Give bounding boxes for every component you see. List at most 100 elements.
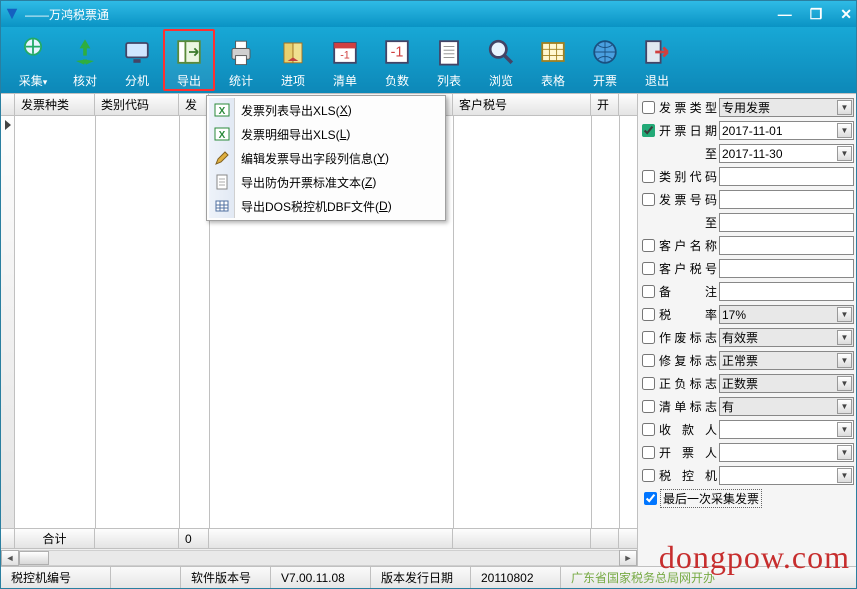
col-footer-invno: 0 (179, 529, 209, 548)
export-menu-item-3[interactable]: 导出防伪开票标准文本(Z) (209, 170, 443, 194)
filter-tax_rate-value[interactable]: 17%▼ (719, 305, 854, 324)
col-header-type[interactable]: 发票种类 (15, 94, 95, 115)
toolbar-branch-button[interactable]: 分机 (111, 29, 163, 91)
close-button[interactable]: ✕ (840, 6, 852, 23)
minimize-button[interactable]: — (778, 6, 792, 23)
export-menu-item-1[interactable]: X发票明细导出XLS(L) (209, 122, 443, 146)
filter-payee-value[interactable]: ▼ (719, 420, 854, 439)
scroll-track[interactable] (19, 550, 619, 566)
current-row-icon (5, 120, 11, 130)
filter-cust_name-label: 客户名称 (659, 237, 717, 254)
filter-date_from-value[interactable]: 2017-11-01▼ (719, 121, 854, 140)
filter-row-repair_flag: 修复标志正常票▼ (640, 349, 854, 372)
browse-icon (482, 33, 520, 70)
neg-icon: -1 (378, 33, 416, 70)
filter-inv_no_to-value[interactable] (719, 213, 854, 232)
toolbar-table-button[interactable]: 表格 (527, 29, 579, 91)
filter-repair_flag-label: 修复标志 (659, 352, 717, 369)
toolbar-input-button[interactable]: 进项 (267, 29, 319, 91)
titlebar: ——万鸿税票通 — ❐ ✕ (1, 1, 856, 27)
filter-invoice_type-value[interactable]: 专用发票▼ (719, 98, 854, 117)
filter-date_to-label: 至 (659, 145, 717, 162)
status-machine-val (111, 567, 181, 588)
export-menu-item-4[interactable]: 导出DOS税控机DBF文件(D) (209, 194, 443, 218)
grid-corner (1, 94, 15, 115)
filter-cust_name-value[interactable] (719, 236, 854, 255)
dropdown-caret-icon[interactable]: ▼ (837, 376, 852, 391)
col-header-open[interactable]: 开 (591, 94, 619, 115)
dropdown-caret-icon[interactable]: ▼ (837, 468, 852, 483)
filter-cust_no-value[interactable] (719, 259, 854, 278)
toolbar-listview-button[interactable]: 列表 (423, 29, 475, 91)
filter-void_flag-value[interactable]: 有效票▼ (719, 328, 854, 347)
filter-inv_no-value[interactable] (719, 190, 854, 209)
toolbar-check-button[interactable]: 核对 (59, 29, 111, 91)
dropdown-caret-icon[interactable]: ▼ (837, 307, 852, 322)
excel-icon: X (214, 102, 230, 118)
col-header-catcode[interactable]: 类别代码 (95, 94, 179, 115)
filter-date_from-checkbox[interactable] (642, 124, 655, 137)
col-header-custno[interactable]: 客户税号 (453, 94, 591, 115)
filter-list_flag-checkbox[interactable] (642, 400, 655, 413)
filter-machine-value[interactable]: ▼ (719, 466, 854, 485)
filter-tax_rate-checkbox[interactable] (642, 308, 655, 321)
filter-void_flag-checkbox[interactable] (642, 331, 655, 344)
toolbar-browse-button[interactable]: 浏览 (475, 29, 527, 91)
filter-remark-checkbox[interactable] (642, 285, 655, 298)
filter-list_flag-value[interactable]: 有▼ (719, 397, 854, 416)
status-date-val: 20110802 (471, 567, 561, 588)
filter-last-collect[interactable]: 最后一次采集发票 (640, 489, 854, 508)
filter-inv_no-checkbox[interactable] (642, 193, 655, 206)
toolbar-export-button[interactable]: 导出 (163, 29, 215, 91)
filter-issuer-checkbox[interactable] (642, 446, 655, 459)
dropdown-caret-icon[interactable]: ▼ (837, 100, 852, 115)
filter-payee-checkbox[interactable] (642, 423, 655, 436)
col-footer-open (591, 529, 619, 548)
toolbar-list-button[interactable]: -1清单 (319, 29, 371, 91)
filter-row-tax_rate: 税 率17%▼ (640, 303, 854, 326)
filter-repair_flag-value[interactable]: 正常票▼ (719, 351, 854, 370)
dropdown-caret-icon[interactable]: ▼ (837, 445, 852, 460)
filter-invoice_type-checkbox[interactable] (642, 101, 655, 114)
dropdown-caret-icon[interactable]: ▼ (837, 330, 852, 345)
dropdown-caret-icon[interactable]: ▼ (837, 123, 852, 138)
filter-date_to-value[interactable]: 2017-11-30▼ (719, 144, 854, 163)
table-icon (534, 33, 572, 70)
toolbar-stats-button[interactable]: 统计 (215, 29, 267, 91)
filter-issuer-value[interactable]: ▼ (719, 443, 854, 462)
filter-repair_flag-checkbox[interactable] (642, 354, 655, 367)
toolbar-exit-button[interactable]: 退出 (631, 29, 683, 91)
svg-text:-1: -1 (340, 49, 350, 61)
filter-row-inv_no: 发票号码 (640, 188, 854, 211)
toolbar-invoice-button[interactable]: 开票 (579, 29, 631, 91)
filter-cat_code-value[interactable] (719, 167, 854, 186)
dropdown-caret-icon[interactable]: ▼ (837, 422, 852, 437)
filter-posneg_flag-checkbox[interactable] (642, 377, 655, 390)
filter-row-issuer: 开 票 人▼ (640, 441, 854, 464)
scroll-left-button[interactable]: ◄ (1, 550, 19, 566)
dropdown-caret-icon[interactable]: ▼ (837, 353, 852, 368)
filter-cust_name-checkbox[interactable] (642, 239, 655, 252)
export-menu-item-2[interactable]: 编辑发票导出字段列信息(Y) (209, 146, 443, 170)
filter-row-date_from: 开票日期2017-11-01▼ (640, 119, 854, 142)
scroll-right-button[interactable]: ► (619, 550, 637, 566)
window-title: ——万鸿税票通 (25, 6, 109, 23)
filter-row-void_flag: 作废标志有效票▼ (640, 326, 854, 349)
maximize-button[interactable]: ❐ (810, 6, 823, 23)
filter-cust_no-checkbox[interactable] (642, 262, 655, 275)
scroll-thumb[interactable] (19, 551, 49, 565)
export-menu-item-0[interactable]: X发票列表导出XLS(X) (209, 98, 443, 122)
col-header-invno[interactable]: 发 (179, 94, 209, 115)
filter-row-inv_no_to: 至 (640, 211, 854, 234)
toolbar-neg-button[interactable]: -1负数 (371, 29, 423, 91)
toolbar-collect-button[interactable]: 采集▾ (7, 29, 59, 91)
filter-posneg_flag-value[interactable]: 正数票▼ (719, 374, 854, 393)
grid-hscrollbar[interactable]: ◄ ► (1, 548, 637, 566)
dropdown-caret-icon[interactable]: ▼ (837, 399, 852, 414)
check-icon (66, 33, 104, 70)
filter-cat_code-checkbox[interactable] (642, 170, 655, 183)
filter-remark-value[interactable] (719, 282, 854, 301)
filter-machine-checkbox[interactable] (642, 469, 655, 482)
filter-last-collect-checkbox[interactable] (644, 492, 657, 505)
dropdown-caret-icon[interactable]: ▼ (837, 146, 852, 161)
